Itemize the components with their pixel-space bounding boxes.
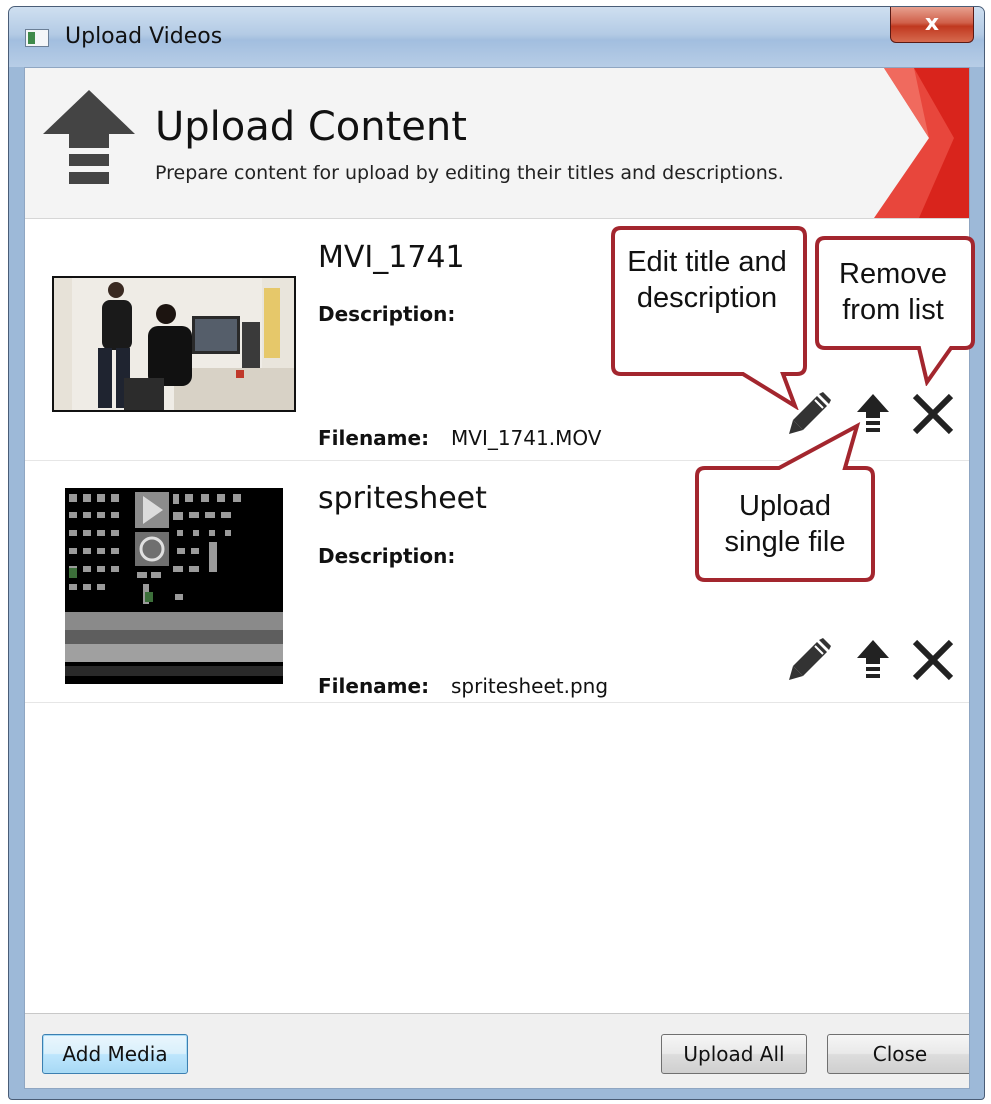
upload-all-button[interactable]: Upload All [661, 1034, 807, 1074]
edit-callout-text: Edit title and description [627, 246, 787, 314]
title-bar[interactable]: Upload Videos x [9, 7, 984, 67]
description-label: Description: [318, 302, 456, 326]
header-subtitle: Prepare content for upload by editing th… [155, 162, 784, 184]
close-icon[interactable] [909, 390, 957, 438]
item-title: spritesheet [318, 481, 487, 516]
thumbnail-office-photo [52, 276, 296, 412]
close-icon[interactable] [909, 636, 957, 684]
filename-label: Filename: [318, 426, 430, 450]
pencil-icon[interactable] [785, 636, 833, 684]
filename-value: MVI_1741.MOV [451, 426, 602, 450]
thumbnail-spritesheet [65, 488, 283, 684]
window-title: Upload Videos [65, 24, 223, 49]
header-title: Upload Content [155, 104, 467, 150]
upload-callout-text: Upload single file [724, 490, 846, 558]
filename-value: spritesheet.png [451, 674, 609, 698]
description-label: Description: [318, 544, 456, 568]
dialog-header: Upload Content Prepare content for uploa… [25, 68, 969, 219]
upload-arrow-icon [43, 90, 135, 184]
header-accent-decoration [874, 68, 969, 218]
upload-icon[interactable] [849, 636, 897, 684]
remove-callout-text: Remove from list [839, 258, 947, 326]
dialog-footer: Add Media Upload All Close [25, 1013, 969, 1088]
item-title: MVI_1741 [318, 240, 465, 275]
window-close-button[interactable]: x [890, 7, 974, 43]
add-media-button[interactable]: Add Media [42, 1034, 188, 1074]
close-button[interactable]: Close [827, 1034, 969, 1074]
app-icon [25, 29, 49, 47]
filename-label: Filename: [318, 674, 430, 698]
